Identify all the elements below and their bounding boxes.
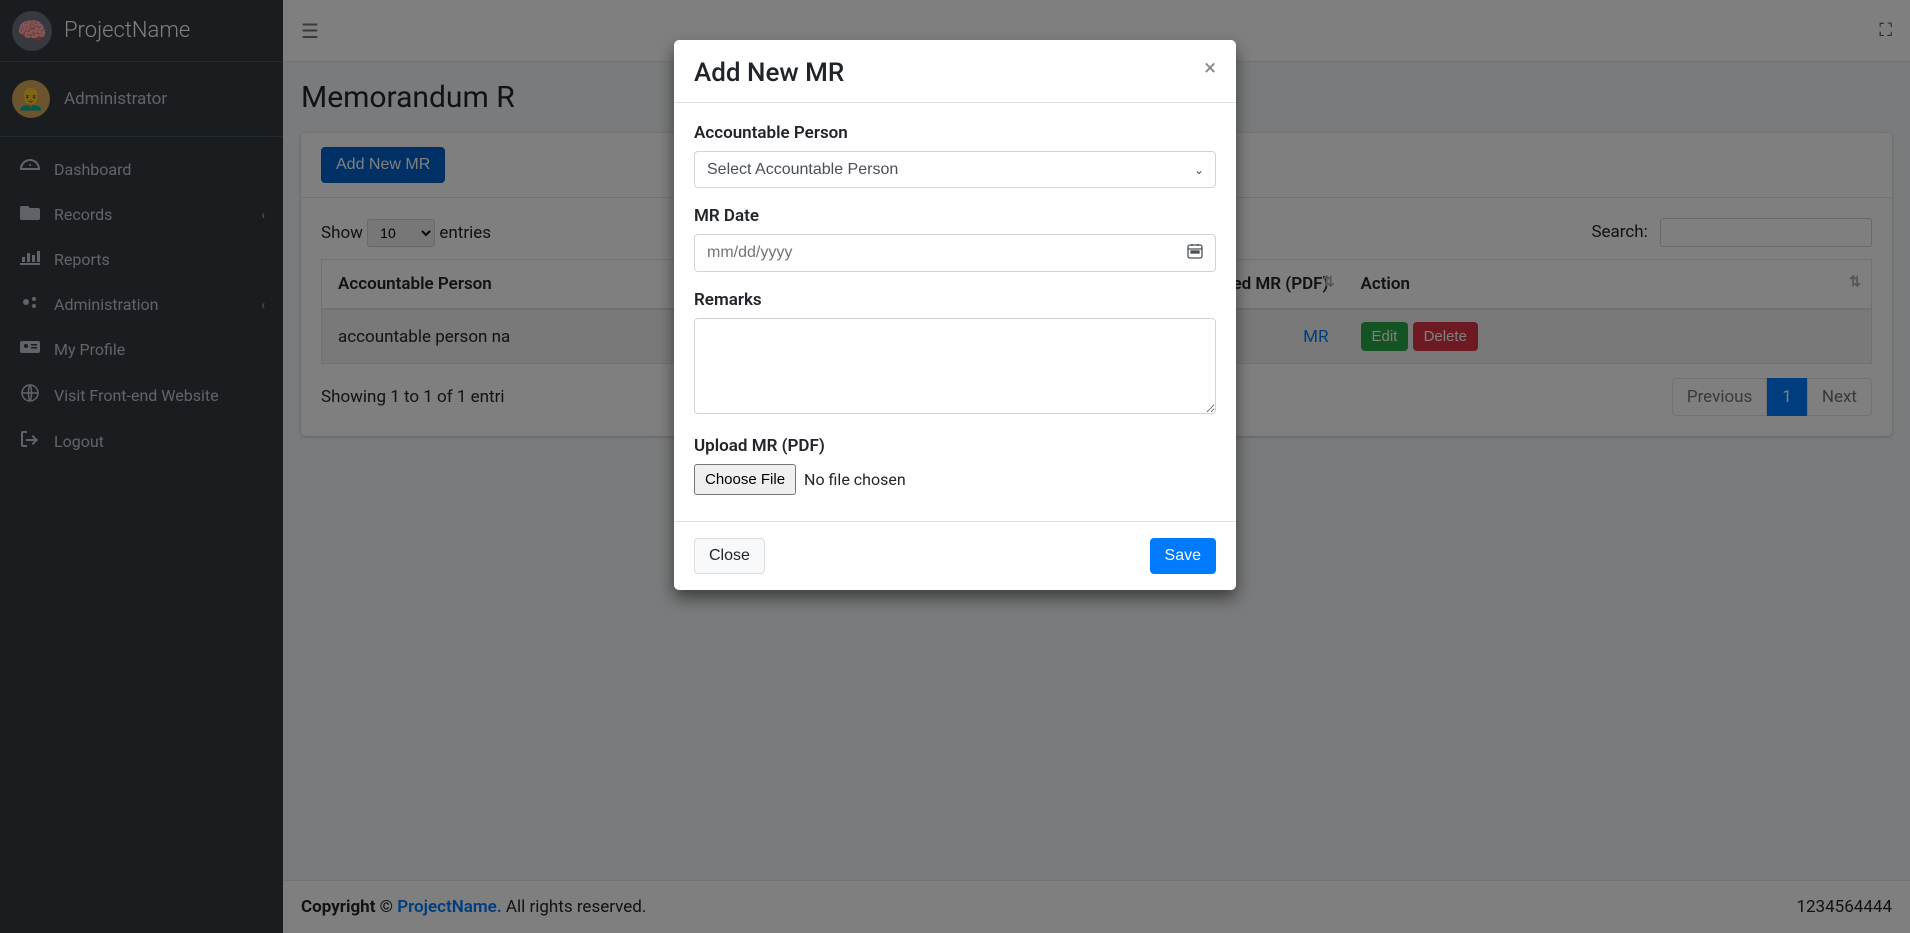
modal-body: Accountable Person Select Accountable Pe… [674, 103, 1236, 521]
choose-file-button[interactable]: Choose File [694, 464, 796, 495]
form-group-remarks: Remarks [694, 290, 1216, 418]
modal-footer: Close Save [674, 521, 1236, 590]
label-mr-date: MR Date [694, 206, 1216, 226]
save-button[interactable]: Save [1150, 538, 1216, 574]
form-group-upload: Upload MR (PDF) Choose File No file chos… [694, 436, 1216, 495]
modal-title: Add New MR [694, 58, 844, 88]
close-icon[interactable]: × [1204, 58, 1216, 80]
form-group-person: Accountable Person Select Accountable Pe… [694, 123, 1216, 188]
close-button[interactable]: Close [694, 538, 765, 574]
accountable-person-select[interactable]: Select Accountable Person [694, 151, 1216, 188]
modal-header: Add New MR × [674, 40, 1236, 103]
label-remarks: Remarks [694, 290, 1216, 310]
add-mr-modal: Add New MR × Accountable Person Select A… [674, 40, 1236, 590]
label-accountable-person: Accountable Person [694, 123, 1216, 143]
label-upload: Upload MR (PDF) [694, 436, 1216, 456]
file-status-text: No file chosen [804, 470, 906, 489]
form-group-date: MR Date [694, 206, 1216, 272]
remarks-textarea[interactable] [694, 318, 1216, 414]
mr-date-input[interactable] [694, 234, 1216, 272]
